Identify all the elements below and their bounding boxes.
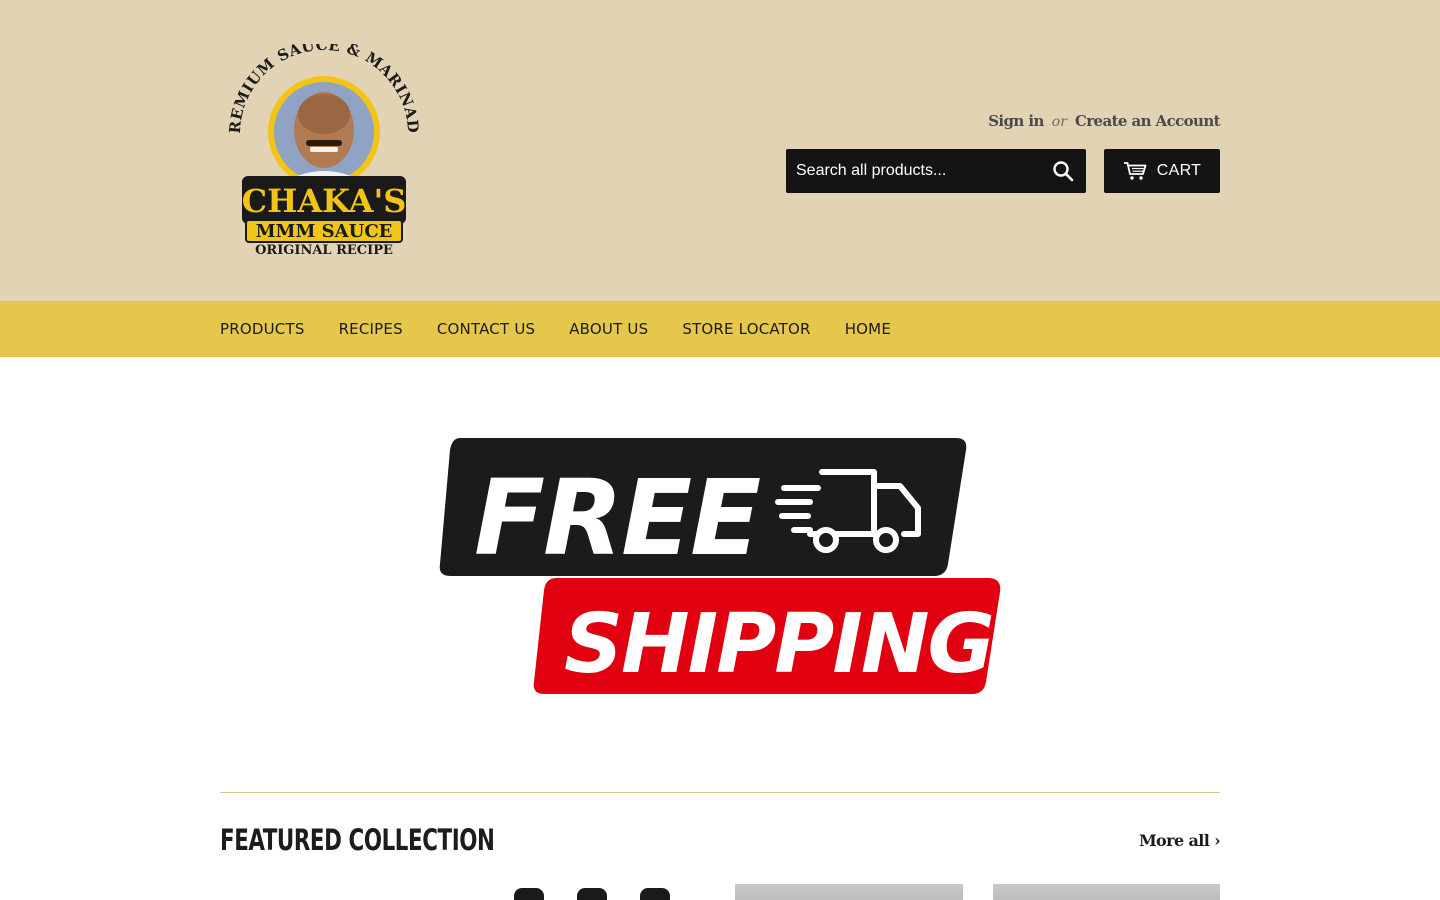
nav-item-home[interactable]: HOME [845,320,891,338]
logo-product: MMM SAUCE [256,221,393,242]
featured-collection-title: FEATURED COLLECTION [220,823,495,857]
product-card[interactable] [735,884,963,900]
bottle-cap [514,888,544,900]
section-divider [220,792,1220,793]
nav-item-recipes[interactable]: RECIPES [339,320,403,338]
or-separator: or [1051,114,1067,130]
product-grid [220,884,1220,900]
bottle-cap [577,888,607,900]
search-icon[interactable] [1052,160,1074,182]
bottle-cap [640,888,670,900]
nav-item-products[interactable]: PRODUCTS [220,320,305,338]
hero-line1: FREE [474,457,760,579]
cart-icon [1123,162,1147,180]
nav-item-about-us[interactable]: ABOUT US [569,320,648,338]
search-form [786,149,1086,193]
search-input[interactable] [786,149,1036,193]
logo-tagline: ORIGINAL RECIPE [255,243,393,258]
nav-item-store-locator[interactable]: STORE LOCATOR [682,320,810,338]
logo-name: CHAKA'S [242,182,407,220]
nav-item-contact-us[interactable]: CONTACT US [437,320,535,338]
product-card[interactable] [476,884,692,900]
main-nav: PRODUCTS RECIPES CONTACT US ABOUT US STO… [0,301,1440,357]
sign-in-link[interactable]: Sign in [988,112,1044,130]
site-header: PREMIUM SAUCE & MARINADE CHAKA'S MMM SAU… [0,0,1440,301]
cart-button[interactable]: CART [1104,149,1220,193]
more-all-link[interactable]: More all › [1139,831,1221,850]
free-shipping-banner[interactable]: FREE SHIPPING [438,436,1004,698]
hero-line2: SHIPPING [564,597,993,692]
product-card[interactable] [993,884,1220,900]
cart-label: CART [1156,162,1202,179]
brand-logo[interactable]: PREMIUM SAUCE & MARINADE CHAKA'S MMM SAU… [222,44,426,260]
create-account-link[interactable]: Create an Account [1075,112,1221,130]
account-links: Sign in or Create an Account [988,112,1220,130]
